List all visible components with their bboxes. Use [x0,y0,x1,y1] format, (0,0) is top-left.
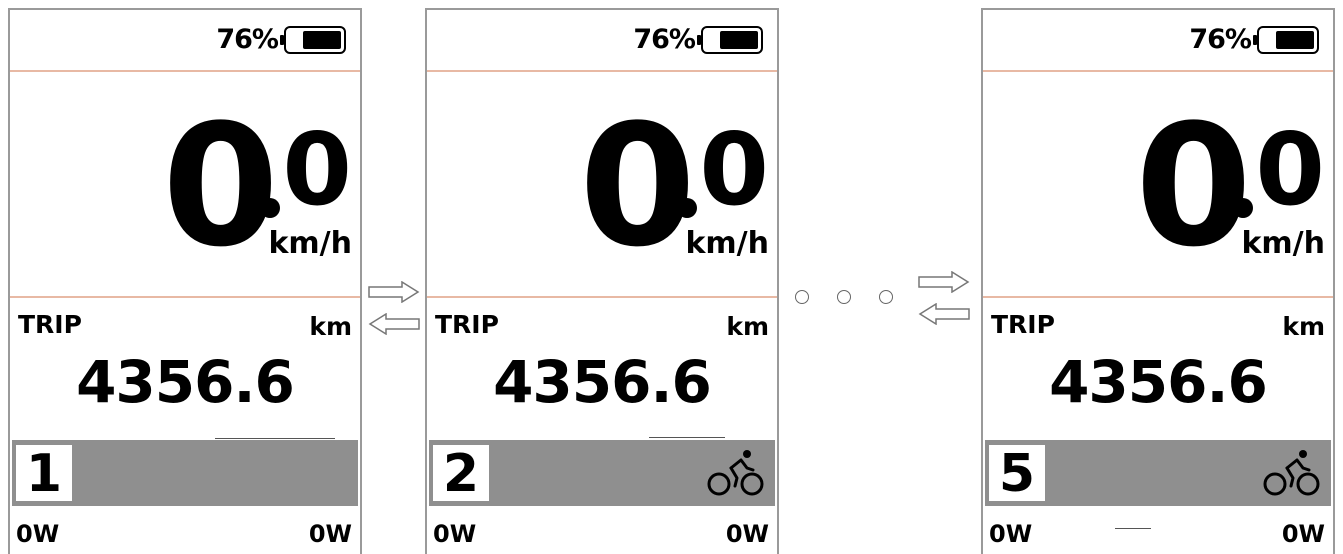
power-right: 0W [725,520,769,548]
power-left: 0W [989,520,1033,548]
arrow-left-icon [368,313,420,335]
power-right: 0W [308,520,352,548]
ellipsis-dots-icon [879,290,893,304]
divider [427,70,777,72]
display-screen-level-2: 76% 0 0 km/h TRIP km 4356.6 2 0W 0W [425,8,779,554]
power-left: 0W [433,520,477,548]
battery-percentage: 76% [633,24,696,55]
assist-level-bar: 2 [429,440,775,506]
divider [649,437,725,438]
trip-label: TRIP [435,310,499,339]
assist-level-value: 5 [989,445,1045,503]
speed-decimal: 0 [699,111,769,228]
trip-unit: km [1282,312,1325,341]
divider [427,296,777,298]
assist-level-bar: 5 [985,440,1331,506]
assist-level-value: 2 [433,445,489,503]
arrow-right-icon [918,271,970,293]
divider [10,70,360,72]
divider [1115,528,1151,529]
bicycle-icon [1263,450,1320,496]
speed-unit: km/h [1241,226,1325,261]
arrow-left-icon [918,303,970,325]
display-screen-level-5: 76% 0 0 km/h TRIP km 4356.6 5 0W 0W [981,8,1335,554]
battery-percentage: 76% [1189,24,1252,55]
display-screen-level-1: 76% 0 0 km/h TRIP km 4356.6 1 0W 0W [8,8,362,554]
speed-integer: 0 [1135,88,1252,284]
battery-icon [1253,26,1319,54]
bicycle-icon [707,450,764,496]
divider [215,438,335,439]
trip-label: TRIP [18,310,82,339]
battery-icon [280,26,346,54]
speed-decimal-point [260,198,280,218]
battery-icon [697,26,763,54]
divider [983,296,1333,298]
speed-decimal-point [677,198,697,218]
speed-decimal: 0 [282,111,352,228]
speed-unit: km/h [268,226,352,261]
speed-integer: 0 [579,88,696,284]
trip-distance: 4356.6 [493,348,712,416]
battery-percentage: 76% [216,24,279,55]
ellipsis-dots-icon [837,290,851,304]
speed-unit: km/h [685,226,769,261]
speed-decimal-point [1233,198,1253,218]
arrow-right-icon [368,281,420,303]
assist-level-bar: 1 [12,440,358,506]
assist-level-value: 1 [16,445,72,503]
trip-unit: km [726,312,769,341]
divider [10,296,360,298]
trip-label: TRIP [991,310,1055,339]
ellipsis-dots-icon [795,290,809,304]
power-left: 0W [16,520,60,548]
divider [983,70,1333,72]
trip-distance: 4356.6 [1049,348,1268,416]
trip-unit: km [309,312,352,341]
trip-distance: 4356.6 [76,348,295,416]
power-right: 0W [1281,520,1325,548]
speed-decimal: 0 [1255,111,1325,228]
speed-integer: 0 [162,88,279,284]
